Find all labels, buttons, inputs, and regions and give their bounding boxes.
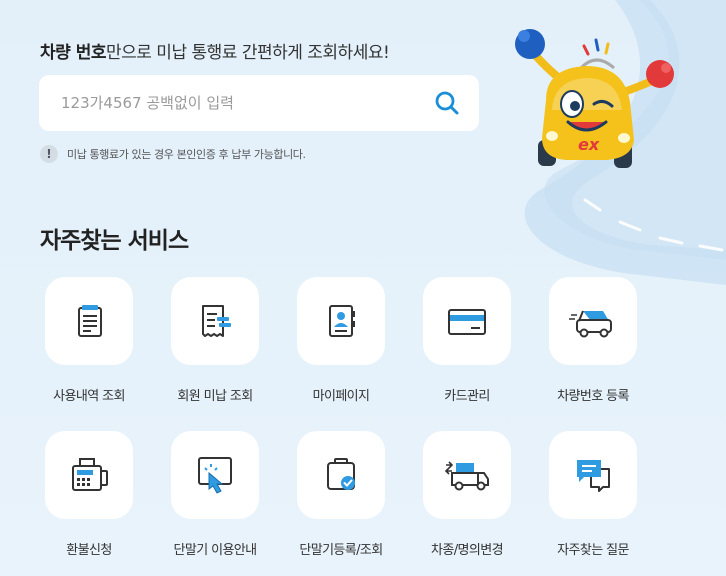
service-card-management[interactable]: 카드관리 [403,277,531,404]
service-tile-box [45,277,133,365]
profile-card-icon [329,305,355,337]
services-title: 자주찾는 서비스 [40,228,189,254]
service-label: 환불신청 [66,543,112,558]
service-label: 단말기등록/조회 [299,543,383,558]
service-label: 차종/명의변경 [431,543,504,558]
search-box [39,75,479,131]
receipt-list-icon [78,305,102,337]
mascot-illustration: ex [515,29,674,168]
service-tile-box [297,431,385,519]
notice: ! 미납 통행료가 있는 경우 본인인증 후 납부 가능합니다. [40,145,306,163]
service-tile-box [549,431,637,519]
service-tile-box [549,277,637,365]
service-tile-box [423,431,511,519]
service-usage-history[interactable]: 사용내역 조회 [25,277,153,404]
mascot-badge: ex [578,135,600,154]
service-label: 차량번호 등록 [557,389,629,404]
service-label: 카드관리 [444,389,490,404]
search-headline: 차량 번호만으로 미납 통행료 간편하게 조회하세요! [40,38,390,63]
car-register-icon [569,310,612,338]
headline-bold: 차량 번호 [40,43,106,63]
page: 차량 번호만으로 미납 통행료 간편하게 조회하세요! ! 미납 통행료가 있는… [0,0,726,576]
notice-text: 미납 통행료가 있는 경우 본인인증 후 납부 가능합니다. [67,148,306,161]
service-mypage[interactable]: 마이페이지 [277,277,405,404]
service-label: 자주찾는 질문 [557,543,629,558]
service-tile-box [171,431,259,519]
service-faq[interactable]: 자주찾는 질문 [529,431,657,558]
service-terminal-guide[interactable]: 단말기 이용안내 [151,431,279,558]
service-label: 단말기 이용안내 [173,543,257,558]
service-member-unpaid[interactable]: 회원 미납 조회 [151,277,279,404]
tap-terminal-icon [198,457,232,494]
exclamation-icon: ! [40,145,58,163]
service-tile-box [45,431,133,519]
service-refund[interactable]: 환불신청 [25,431,153,558]
service-label: 회원 미납 조회 [177,389,253,404]
terminal-check-icon [327,458,355,490]
service-car-register[interactable]: 차량번호 등록 [529,277,657,404]
headline-rest: 만으로 미납 통행료 간편하게 조회하세요! [105,43,390,63]
service-tile-box [297,277,385,365]
service-label: 사용내역 조회 [53,389,125,404]
service-tile-box [423,277,511,365]
service-terminal-register[interactable]: 단말기등록/조회 [277,431,405,558]
truck-change-icon [444,461,489,491]
plate-number-input[interactable] [61,75,431,131]
service-label: 마이페이지 [312,389,370,404]
refund-machine-icon [72,458,108,491]
search-icon [435,91,459,115]
search-button[interactable] [433,89,461,117]
faq-chat-icon [577,460,610,492]
service-tile-box [171,277,259,365]
unpaid-bill-icon [202,305,231,337]
service-vehicle-change[interactable]: 차종/명의변경 [403,431,531,558]
credit-card-icon [448,309,486,335]
